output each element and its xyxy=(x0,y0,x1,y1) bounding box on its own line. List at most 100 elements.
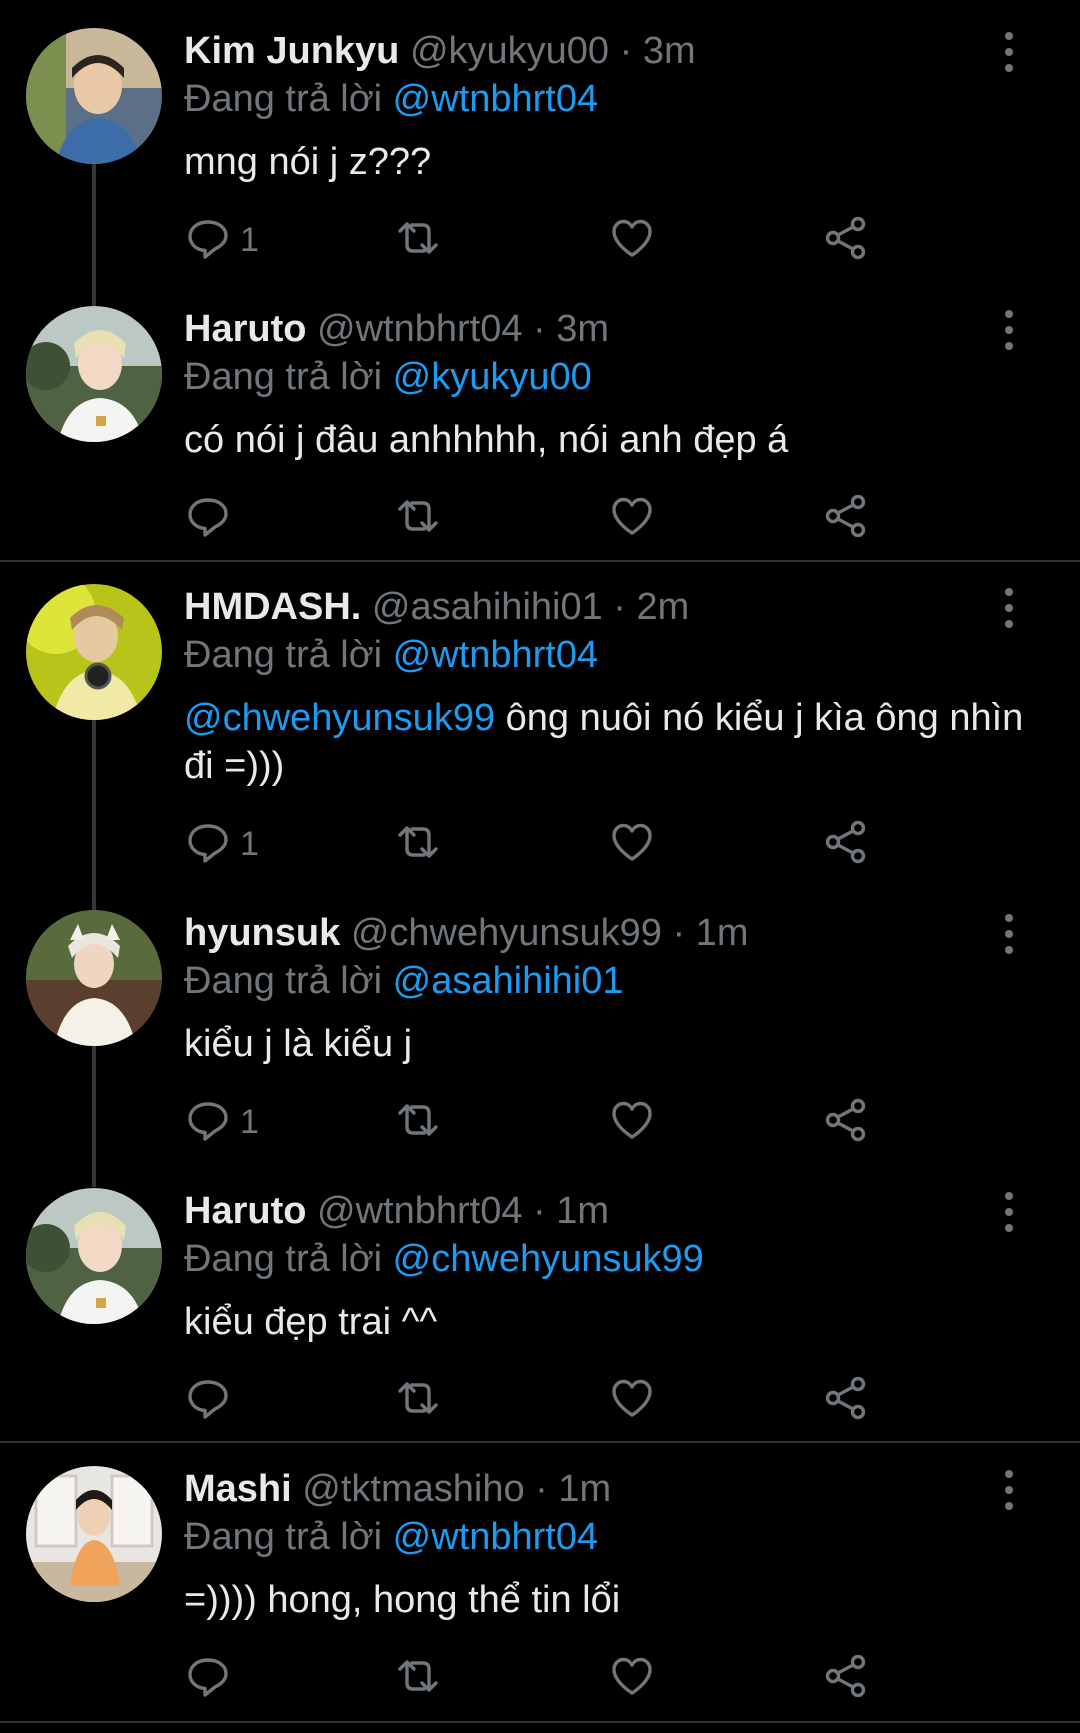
like-button[interactable] xyxy=(608,1096,656,1148)
replying-to-label: Đang trả lời xyxy=(184,1238,383,1280)
tweet[interactable]: HMDASH. @asahihihi01 · 2m Đang trả lời @… xyxy=(0,556,1080,886)
reply-button[interactable]: 1 xyxy=(184,818,259,870)
share-button[interactable] xyxy=(822,1374,870,1426)
tweet-header: hyunsuk @chwehyunsuk99 · 1m xyxy=(184,908,748,958)
share-button[interactable] xyxy=(822,492,870,544)
like-icon xyxy=(608,1374,656,1427)
tweet[interactable]: Haruto @wtnbhrt04 · 1m Đang trả lời @chw… xyxy=(0,1160,1080,1440)
like-button[interactable] xyxy=(608,492,656,544)
avatar[interactable] xyxy=(26,1188,162,1324)
author-handle[interactable]: @wtnbhrt04 xyxy=(317,1190,522,1232)
like-button[interactable] xyxy=(608,214,656,266)
tweet-header: Kim Junkyu @kyukyu00 · 3m xyxy=(184,26,696,76)
more-icon[interactable] xyxy=(996,308,1022,352)
more-icon[interactable] xyxy=(996,586,1022,630)
reply-button[interactable] xyxy=(184,1374,240,1426)
more-icon[interactable] xyxy=(996,30,1022,74)
avatar[interactable] xyxy=(26,28,162,164)
replying-to-label: Đang trả lời xyxy=(184,1516,383,1558)
replying-to-label: Đang trả lời xyxy=(184,356,383,398)
retweet-icon xyxy=(394,1096,442,1149)
more-icon[interactable] xyxy=(996,912,1022,956)
author-name[interactable]: HMDASH. xyxy=(184,586,361,628)
replying-to-mention[interactable]: @kyukyu00 xyxy=(393,356,592,398)
retweet-button[interactable] xyxy=(394,1652,442,1704)
replying-to-mention[interactable]: @asahihihi01 xyxy=(393,960,624,1002)
reply-count: 1 xyxy=(240,220,259,259)
replying-to: Đang trả lời @asahihihi01 xyxy=(184,956,624,1006)
timestamp: · 1m xyxy=(535,1468,612,1510)
retweet-button[interactable] xyxy=(394,1096,442,1148)
tweet[interactable]: Kim Junkyu @kyukyu00 · 3m Đang trả lời @… xyxy=(0,0,1080,280)
share-button[interactable] xyxy=(822,818,870,870)
like-button[interactable] xyxy=(608,818,656,870)
author-name[interactable]: Haruto xyxy=(184,308,306,350)
reply-button[interactable] xyxy=(184,492,240,544)
avatar[interactable] xyxy=(26,584,162,720)
retweet-button[interactable] xyxy=(394,214,442,266)
reply-icon xyxy=(184,214,232,267)
like-button[interactable] xyxy=(608,1652,656,1704)
author-name[interactable]: Haruto xyxy=(184,1190,306,1232)
tweet-text: =)))) hong, hong thể tin lổi xyxy=(184,1579,621,1621)
more-icon[interactable] xyxy=(996,1190,1022,1234)
tweet-text: có nói j đâu anhhhhh, nói anh đẹp á xyxy=(184,419,789,461)
like-icon xyxy=(608,1652,656,1705)
retweet-button[interactable] xyxy=(394,492,442,544)
author-handle[interactable]: @tktmashiho xyxy=(302,1468,524,1510)
retweet-icon xyxy=(394,492,442,545)
author-handle[interactable]: @wtnbhrt04 xyxy=(317,308,522,350)
tweet[interactable]: Haruto @wtnbhrt04 · 3m Đang trả lời @kyu… xyxy=(0,278,1080,558)
text-mention[interactable]: @chwehyunsuk99 xyxy=(184,697,495,739)
reply-icon xyxy=(184,818,232,871)
timestamp: · 2m xyxy=(613,586,690,628)
retweet-button[interactable] xyxy=(394,1374,442,1426)
replying-to-mention[interactable]: @wtnbhrt04 xyxy=(393,634,598,676)
tweet[interactable]: Mashi @tktmashiho · 1m Đang trả lời @wtn… xyxy=(0,1438,1080,1728)
tweet-actions xyxy=(184,1652,884,1704)
share-button[interactable] xyxy=(822,214,870,266)
author-name[interactable]: hyunsuk xyxy=(184,912,340,954)
author-name[interactable]: Kim Junkyu xyxy=(184,30,399,72)
avatar[interactable] xyxy=(26,1466,162,1602)
tweet-header: Haruto @wtnbhrt04 · 1m xyxy=(184,1186,609,1236)
tweet-header: Haruto @wtnbhrt04 · 3m xyxy=(184,304,609,354)
retweet-icon xyxy=(394,818,442,871)
author-name[interactable]: Mashi xyxy=(184,1468,292,1510)
tweet[interactable]: hyunsuk @chwehyunsuk99 · 1m Đang trả lời… xyxy=(0,882,1080,1162)
replying-to-label: Đang trả lời xyxy=(184,960,383,1002)
author-handle[interactable]: @kyukyu00 xyxy=(410,30,609,72)
replying-to: Đang trả lời @chwehyunsuk99 xyxy=(184,1234,704,1284)
replying-to-mention[interactable]: @chwehyunsuk99 xyxy=(393,1238,704,1280)
like-button[interactable] xyxy=(608,1374,656,1426)
tweet-text: kiểu đẹp trai ^^ xyxy=(184,1301,438,1343)
timestamp: · 3m xyxy=(619,30,696,72)
more-icon[interactable] xyxy=(996,1468,1022,1512)
timestamp: · 1m xyxy=(672,912,749,954)
reply-count: 1 xyxy=(240,824,259,863)
tweet-actions: 1 xyxy=(184,818,884,870)
reply-icon xyxy=(184,1652,232,1705)
reply-button[interactable] xyxy=(184,1652,240,1704)
timestamp: · 1m xyxy=(533,1190,610,1232)
replying-to: Đang trả lời @kyukyu00 xyxy=(184,352,592,402)
retweet-icon xyxy=(394,214,442,267)
retweet-button[interactable] xyxy=(394,818,442,870)
replying-to-mention[interactable]: @wtnbhrt04 xyxy=(393,1516,598,1558)
tweet-header: Mashi @tktmashiho · 1m xyxy=(184,1464,611,1514)
avatar[interactable] xyxy=(26,910,162,1046)
tweet-text: mng nói j z??? xyxy=(184,141,432,183)
share-button[interactable] xyxy=(822,1096,870,1148)
author-handle[interactable]: @asahihihi01 xyxy=(372,586,603,628)
tweet-text: kiểu j là kiểu j xyxy=(184,1023,413,1065)
avatar[interactable] xyxy=(26,306,162,442)
reply-button[interactable]: 1 xyxy=(184,1096,259,1148)
share-button[interactable] xyxy=(822,1652,870,1704)
reply-icon xyxy=(184,1374,232,1427)
reply-button[interactable]: 1 xyxy=(184,214,259,266)
retweet-icon xyxy=(394,1652,442,1705)
replying-to-mention[interactable]: @wtnbhrt04 xyxy=(393,78,598,120)
like-icon xyxy=(608,1096,656,1149)
replying-to: Đang trả lời @wtnbhrt04 xyxy=(184,74,598,124)
author-handle[interactable]: @chwehyunsuk99 xyxy=(351,912,662,954)
